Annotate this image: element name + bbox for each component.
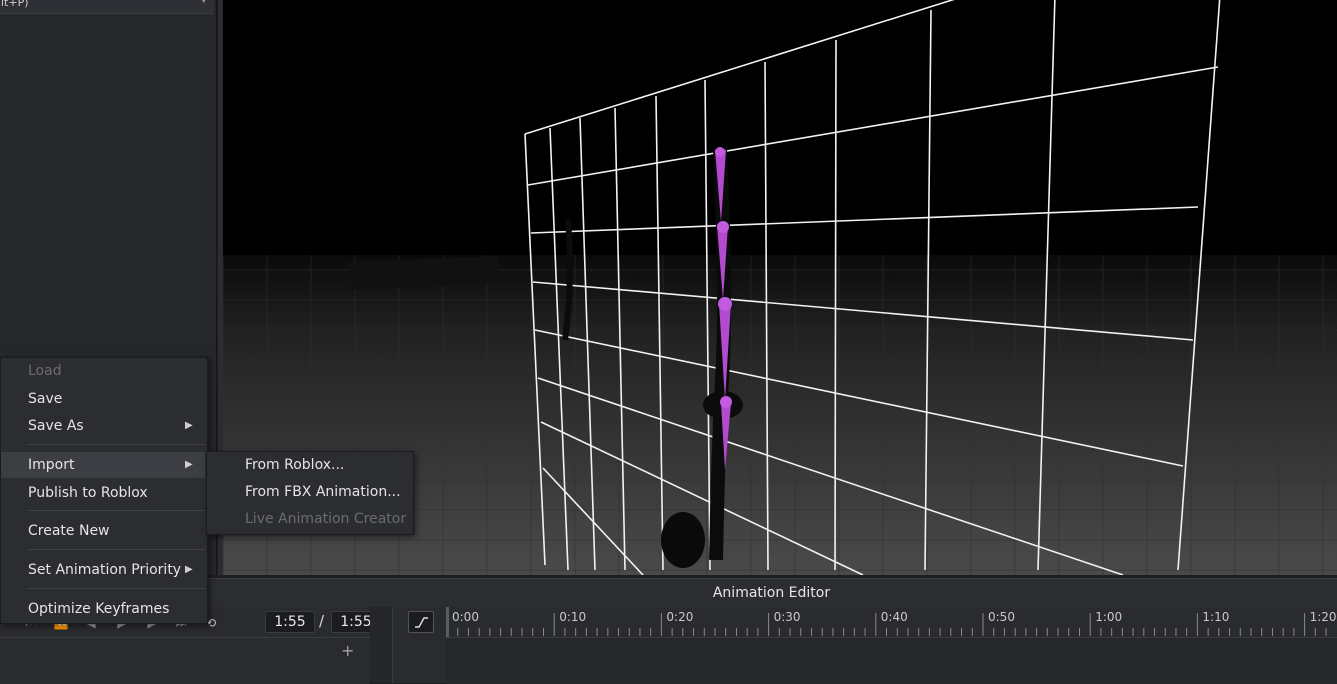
menu-item-label: Import — [28, 457, 75, 473]
timeline-ruler[interactable]: 0:00 0:10 0:20 0:30 0:40 0:50 1:00 1:10 1:20 — [393, 607, 1337, 637]
menu-item-label: From Roblox... — [245, 457, 345, 473]
timeline-tick-label: 0:30 — [773, 610, 801, 624]
timeline-tick-label: 0:50 — [988, 610, 1015, 624]
easing-curve-button[interactable] — [408, 611, 434, 633]
curve-icon — [415, 617, 428, 628]
explorer-dropdown-text: lt+P) — [1, 0, 29, 9]
timeline-tick-label: 1:00 — [1095, 610, 1123, 624]
menu-item-create-new[interactable]: Create New — [1, 518, 205, 544]
timeline-tick-label: 1:20 — [1309, 610, 1337, 624]
menu-item-save-as[interactable]: Save As ▶ — [1, 413, 205, 439]
menu-item-set-priority[interactable]: Set Animation Priority ▶ — [1, 557, 205, 583]
submenu-item-live-creator: Live Animation Creator — [207, 506, 413, 532]
menu-item-label: Optimize Keyframes — [28, 601, 170, 617]
keyframe-track-area[interactable] — [446, 637, 1337, 684]
import-submenu: From Roblox... From FBX Animation... Liv… — [206, 451, 414, 535]
current-time-input[interactable]: 1:55 — [265, 611, 315, 633]
submenu-item-from-fbx[interactable]: From FBX Animation... — [207, 479, 413, 505]
menu-item-label: From FBX Animation... — [245, 484, 401, 500]
menu-item-label: Publish to Roblox — [28, 485, 148, 501]
menu-item-save[interactable]: Save — [1, 386, 205, 412]
menu-item-optimize[interactable]: Optimize Keyframes — [1, 596, 205, 622]
time-separator: / — [319, 612, 325, 630]
menu-item-label: Save As — [28, 418, 84, 434]
menu-item-publish[interactable]: Publish to Roblox — [1, 480, 205, 506]
submenu-arrow-icon: ▶ — [185, 459, 193, 470]
timeline-scrubber[interactable] — [446, 607, 449, 637]
menu-item-import[interactable]: Import ▶ — [1, 452, 205, 478]
menu-item-label: Save — [28, 391, 63, 407]
add-track-button[interactable]: + — [341, 641, 354, 660]
timeline-ticks — [446, 613, 1327, 636]
menu-item-label: Live Animation Creator — [245, 511, 407, 527]
timeline[interactable]: 0:00 0:10 0:20 0:30 0:40 0:50 1:00 1:10 1:20 — [392, 607, 1337, 684]
menu-item-label: Create New — [28, 523, 110, 539]
menu-divider — [28, 549, 205, 550]
animation-editor-title: Animation Editor — [206, 578, 1337, 607]
menu-divider — [28, 510, 205, 511]
menu-item-load: Load — [1, 358, 205, 384]
menu-item-label: Load — [28, 363, 62, 379]
timeline-tick-label: 0:10 — [559, 610, 587, 624]
explorer-dropdown[interactable]: lt+P) ▾ — [0, 0, 214, 14]
submenu-arrow-icon: ▶ — [185, 420, 193, 431]
menu-divider — [28, 588, 205, 589]
chevron-down-icon: ▾ — [201, 0, 206, 6]
track-list — [0, 637, 370, 684]
timeline-tick-label: 0:20 — [666, 610, 694, 624]
submenu-arrow-icon: ▶ — [185, 564, 193, 575]
timeline-tick-label: 0:00 — [452, 610, 479, 624]
submenu-item-from-roblox[interactable]: From Roblox... — [207, 452, 413, 478]
menu-divider — [28, 444, 205, 445]
timeline-tick-label: 0:40 — [880, 610, 908, 624]
timeline-tick-label: 1:10 — [1202, 610, 1230, 624]
file-context-menu: Load Save Save As ▶ Import ▶ Publish to … — [0, 357, 208, 624]
track-separator — [370, 607, 392, 683]
menu-item-label: Set Animation Priority — [28, 562, 182, 578]
